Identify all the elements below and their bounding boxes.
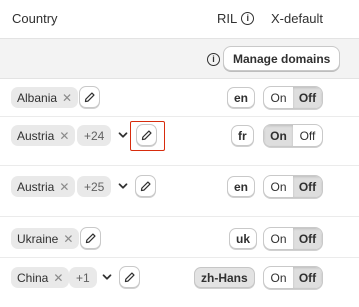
row-divider bbox=[0, 165, 359, 166]
country-tag: Austria ✕ bbox=[11, 125, 76, 146]
table-row: Austria ✕ +25 en On Off bbox=[0, 172, 359, 202]
edit-button[interactable] bbox=[80, 227, 101, 249]
x-default-toggle[interactable]: On Off bbox=[263, 175, 323, 198]
table-row: Albania ✕ en On Off bbox=[0, 83, 359, 113]
language-badge[interactable]: fr bbox=[231, 125, 254, 146]
close-icon[interactable]: ✕ bbox=[62, 91, 72, 105]
x-default-toggle[interactable]: On Off bbox=[263, 266, 323, 289]
country-tag: Ukraine ✕ bbox=[11, 228, 80, 249]
edit-button[interactable] bbox=[119, 266, 140, 288]
toggle-off[interactable]: Off bbox=[293, 125, 322, 146]
close-icon[interactable]: ✕ bbox=[59, 180, 69, 194]
close-icon[interactable]: ✕ bbox=[63, 232, 73, 246]
toggle-on[interactable]: On bbox=[264, 87, 293, 108]
close-icon[interactable]: ✕ bbox=[59, 129, 69, 143]
language-badge[interactable]: uk bbox=[229, 228, 258, 249]
country-tag-label: Austria bbox=[17, 179, 55, 194]
toggle-on[interactable]: On bbox=[264, 267, 293, 288]
toggle-off[interactable]: Off bbox=[293, 87, 322, 108]
pencil-icon bbox=[140, 180, 151, 191]
info-icon[interactable]: i bbox=[207, 53, 220, 66]
chevron-down-icon[interactable] bbox=[100, 270, 114, 284]
table-header: Country RIL i X-default bbox=[0, 0, 359, 38]
toggle-off[interactable]: Off bbox=[293, 228, 322, 249]
edit-button[interactable] bbox=[136, 124, 157, 146]
info-icon[interactable]: i bbox=[241, 12, 255, 25]
country-tag-label: Austria bbox=[17, 128, 55, 143]
pencil-icon bbox=[141, 129, 152, 140]
pencil-icon bbox=[124, 271, 135, 282]
table-row: Austria ✕ +24 fr On Off bbox=[0, 121, 359, 151]
country-column-header: Country bbox=[12, 11, 58, 26]
more-countries-badge[interactable]: +25 bbox=[77, 176, 112, 197]
table-row: China ✕ +1 zh-Hans On Off bbox=[0, 263, 359, 293]
x-default-toggle[interactable]: On Off bbox=[263, 124, 323, 147]
country-tag: China ✕ bbox=[11, 267, 70, 288]
row-divider bbox=[0, 216, 359, 217]
pencil-icon bbox=[84, 91, 95, 102]
ril-label: RIL bbox=[217, 11, 238, 26]
row-divider bbox=[0, 257, 359, 258]
language-badge[interactable]: zh-Hans bbox=[194, 267, 255, 288]
country-tag: Austria ✕ bbox=[11, 176, 76, 197]
country-tag-label: Ukraine bbox=[17, 231, 59, 246]
manage-domains-button[interactable]: Manage domains bbox=[223, 46, 341, 71]
edit-button[interactable] bbox=[135, 175, 156, 197]
close-icon[interactable]: ✕ bbox=[53, 271, 63, 285]
toggle-off[interactable]: Off bbox=[293, 267, 322, 288]
row-divider bbox=[0, 116, 359, 117]
edit-button[interactable] bbox=[79, 86, 100, 108]
country-tag-label: China bbox=[17, 270, 49, 285]
language-badge[interactable]: en bbox=[227, 176, 256, 197]
more-countries-badge[interactable]: +1 bbox=[69, 267, 97, 288]
pencil-icon bbox=[85, 232, 96, 243]
ril-column-header: RIL i bbox=[217, 11, 255, 26]
more-countries-badge[interactable]: +24 bbox=[77, 125, 112, 146]
toggle-on[interactable]: On bbox=[264, 125, 293, 146]
chevron-down-icon[interactable] bbox=[116, 128, 130, 142]
x-default-toggle[interactable]: On Off bbox=[263, 86, 323, 109]
language-badge[interactable]: en bbox=[227, 87, 256, 108]
country-tag: Albania ✕ bbox=[11, 87, 79, 108]
domains-toolbar: i Manage domains bbox=[0, 38, 359, 79]
toggle-on[interactable]: On bbox=[264, 176, 293, 197]
table-row: Ukraine ✕ uk On Off bbox=[0, 224, 359, 254]
country-tag-label: Albania bbox=[17, 90, 58, 105]
toggle-off[interactable]: Off bbox=[293, 176, 322, 197]
chevron-down-icon[interactable] bbox=[116, 179, 130, 193]
x-default-column-header: X-default bbox=[271, 11, 324, 26]
x-default-toggle[interactable]: On Off bbox=[263, 227, 323, 250]
toggle-on[interactable]: On bbox=[264, 228, 293, 249]
